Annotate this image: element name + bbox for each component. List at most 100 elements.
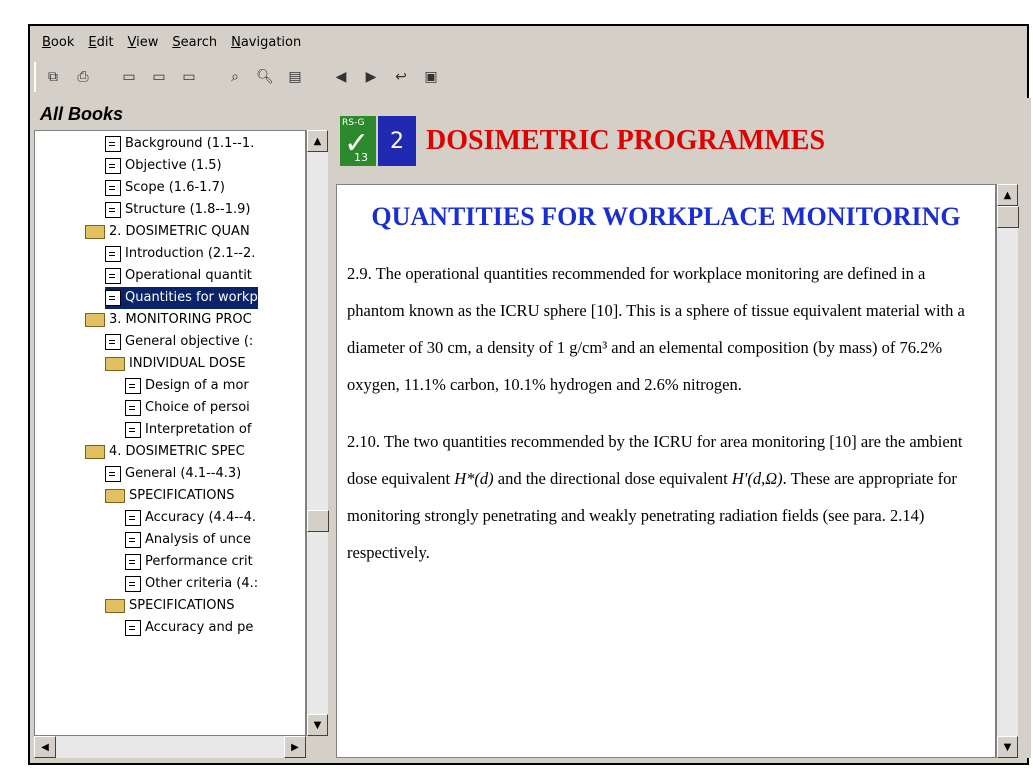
toolbar-separator <box>314 66 322 88</box>
zoom-icon[interactable]: 🔍︎ <box>254 66 276 88</box>
bookmark-icon[interactable]: ▤ <box>284 66 306 88</box>
find-icon[interactable]: ⌕ <box>224 66 246 88</box>
tree-item-label: Accuracy (4.4--4. <box>145 510 257 525</box>
book-logo: 2 <box>378 116 416 166</box>
menu-view[interactable]: View <box>128 35 159 50</box>
tree-item-label: SPECIFICATIONS <box>129 598 235 613</box>
tree-vertical-scrollbar[interactable]: ▲ ▼ <box>306 130 329 736</box>
document-icon <box>125 378 141 394</box>
document-icon <box>105 268 121 284</box>
tree-item-label: SPECIFICATIONS <box>129 488 235 503</box>
tree-item[interactable]: Other criteria (4.: <box>125 573 258 595</box>
document-icon <box>105 466 121 482</box>
tree-item-label: 4. DOSIMETRIC SPEC <box>109 444 245 459</box>
banner-title: DOSIMETRIC PROGRAMMES <box>426 125 826 156</box>
goto-icon[interactable]: ▣ <box>420 66 442 88</box>
tree-folder[interactable]: 4. DOSIMETRIC SPEC <box>85 441 245 463</box>
tree-item-label: Accuracy and pe <box>145 620 254 635</box>
scroll-right-arrow[interactable]: ▶ <box>284 736 306 758</box>
menu-search[interactable]: Search <box>172 35 217 50</box>
tree-item-label: Operational quantit <box>125 268 252 283</box>
tree-item-label: Analysis of unce <box>145 532 251 547</box>
tree-item[interactable]: Operational quantit <box>105 265 252 287</box>
page-heading: QUANTITIES FOR WORKPLACE MONITORING <box>371 202 961 231</box>
menu-edit[interactable]: Edit <box>88 35 113 50</box>
paragraph-2-9: 2.9. The operational quantities recommen… <box>347 264 965 394</box>
document-icon <box>105 334 121 350</box>
scroll-thumb[interactable] <box>997 206 1019 228</box>
scroll-down-arrow[interactable]: ▼ <box>997 736 1018 758</box>
book-tree: Background (1.1--1. Objective (1.5) Scope … <box>34 130 306 736</box>
back-icon[interactable]: ◀ <box>330 66 352 88</box>
scroll-up-arrow[interactable]: ▲ <box>307 130 328 152</box>
tree-item-label: Objective (1.5) <box>125 158 222 173</box>
tree-item[interactable]: Accuracy (4.4--4. <box>125 507 256 529</box>
menu-navigation[interactable]: Navigation <box>231 35 301 50</box>
tree-item[interactable]: Analysis of unce <box>125 529 251 551</box>
folder-icon <box>85 313 105 327</box>
toolbar: ⧉ ⎙ ▭ ▭ ▭ ⌕ 🔍︎ ▤ ◀ ▶ ↩ ▣ <box>34 62 594 92</box>
menubar: Book Edit View Search Navigation <box>30 26 1027 58</box>
document-icon <box>125 554 141 570</box>
tree-folder[interactable]: INDIVIDUAL DOSE <box>105 353 246 375</box>
tree-item-label: INDIVIDUAL DOSE <box>129 356 246 371</box>
document-icon <box>125 510 141 526</box>
tree-folder[interactable]: 2. DOSIMETRIC QUAN <box>85 221 250 243</box>
tree-folder[interactable]: SPECIFICATIONS <box>105 595 234 617</box>
content-pane: RS-G ✓ 13 2 DOSIMETRIC PROGRAMMES QUANTI… <box>336 98 1031 758</box>
tree-item-label: General objective (: <box>125 334 254 349</box>
document-icon <box>125 620 141 636</box>
pane1-icon[interactable]: ▭ <box>118 66 140 88</box>
document-icon <box>125 576 141 592</box>
tree-item[interactable]: Scope (1.6-1.7) <box>105 177 225 199</box>
tree-horizontal-scrollbar[interactable]: ◀ ▶ <box>34 736 306 758</box>
print-icon[interactable]: ⎙ <box>72 66 94 88</box>
tree-item-label: Background (1.1--1. <box>125 136 255 151</box>
document-icon <box>105 136 121 152</box>
folder-icon <box>105 489 125 503</box>
tree-item-label: Introduction (2.1--2. <box>125 246 256 261</box>
tree-item-label: Design of a mor <box>145 378 249 393</box>
document-icon <box>125 400 141 416</box>
tree-folder[interactable]: 3. MONITORING PROC <box>85 309 252 331</box>
tree-item[interactable]: General objective (: <box>105 331 253 353</box>
pane2-icon[interactable]: ▭ <box>148 66 170 88</box>
folder-icon <box>85 225 105 239</box>
tree-item[interactable]: Performance crit <box>125 551 253 573</box>
folder-icon <box>105 357 125 371</box>
tree-item[interactable]: Quantities for workp <box>105 287 258 309</box>
scroll-down-arrow[interactable]: ▼ <box>307 714 328 736</box>
history-icon[interactable]: ↩ <box>390 66 412 88</box>
tree-item[interactable]: Introduction (2.1--2. <box>105 243 255 265</box>
document-icon <box>125 532 141 548</box>
tree-item[interactable]: Design of a mor <box>125 375 249 397</box>
folder-icon <box>85 445 105 459</box>
all-books-title: All Books <box>40 104 124 124</box>
tree-folder[interactable]: SPECIFICATIONS <box>105 485 234 507</box>
tree-item[interactable]: Interpretation of <box>125 419 251 441</box>
pane3-icon[interactable]: ▭ <box>178 66 200 88</box>
document-icon <box>125 422 141 438</box>
scroll-left-arrow[interactable]: ◀ <box>34 736 56 758</box>
content-vertical-scrollbar[interactable]: ▲ ▼ <box>996 184 1019 758</box>
tree-item-label: 3. MONITORING PROC <box>109 312 252 327</box>
copy-icon[interactable]: ⧉ <box>42 66 64 88</box>
tree-item[interactable]: Objective (1.5) <box>105 155 222 177</box>
tree-item[interactable]: Choice of persoi <box>125 397 250 419</box>
tree-item-label: Interpretation of <box>145 422 252 437</box>
scroll-thumb[interactable] <box>307 510 329 532</box>
tree-item-label: Scope (1.6-1.7) <box>125 180 225 195</box>
tree-item[interactable]: Structure (1.8--1.9) <box>105 199 250 221</box>
document-icon <box>105 246 121 262</box>
document-icon <box>105 202 121 218</box>
menu-book[interactable]: Book <box>42 35 74 50</box>
tree-item[interactable]: General (4.1--4.3) <box>105 463 241 485</box>
tree-item[interactable]: Accuracy and pe <box>125 617 253 639</box>
tree-item-label: Performance crit <box>145 554 253 569</box>
tree-item-label: Other criteria (4.: <box>145 576 259 591</box>
forward-icon[interactable]: ▶ <box>360 66 382 88</box>
tree-item[interactable]: Background (1.1--1. <box>105 133 254 155</box>
toolbar-separator <box>102 66 110 88</box>
scroll-up-arrow[interactable]: ▲ <box>997 184 1018 206</box>
tree-item-label: 2. DOSIMETRIC QUAN <box>109 224 250 239</box>
